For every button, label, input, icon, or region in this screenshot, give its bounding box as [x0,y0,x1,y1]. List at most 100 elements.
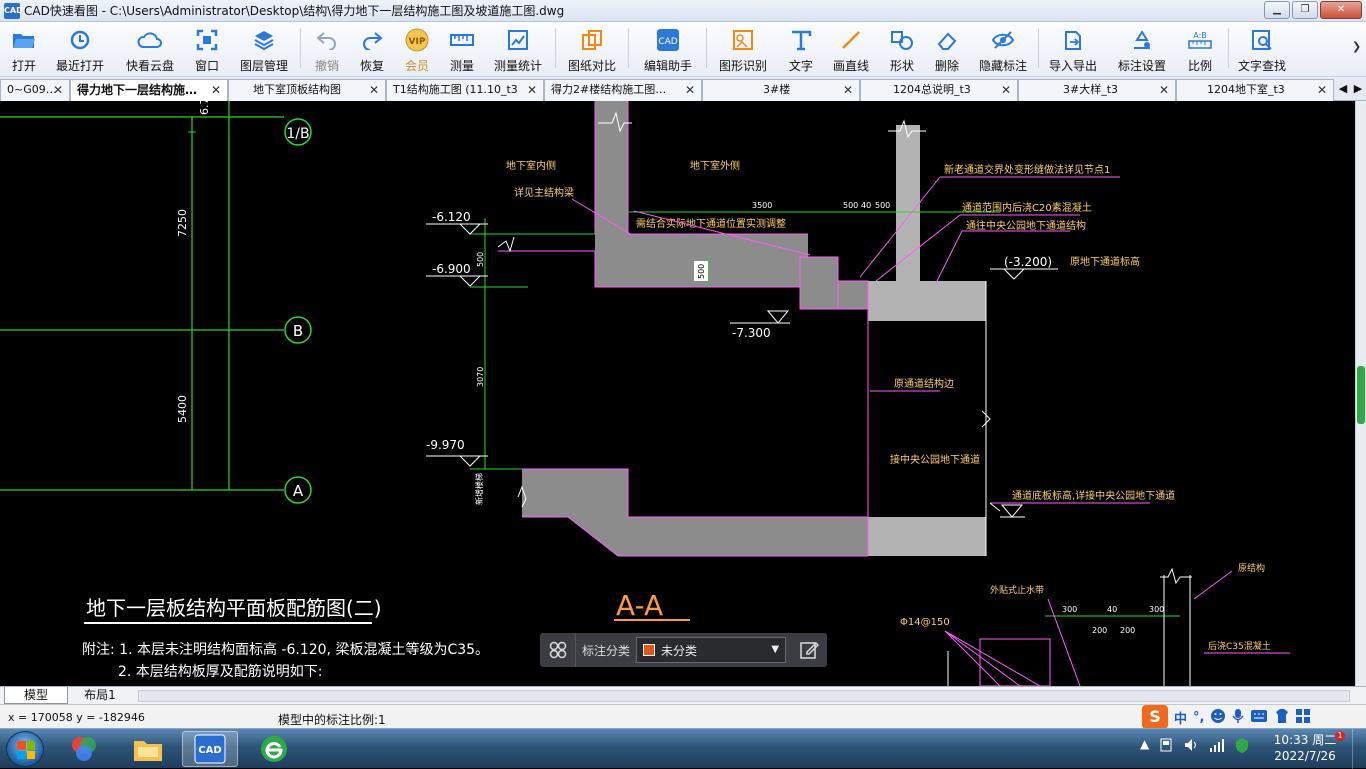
measure-stats-button[interactable]: 测量统计 [492,24,544,74]
show-desktop-button[interactable] [1352,729,1366,769]
signal-icon[interactable] [1209,737,1225,756]
scale-text: A:B [1193,31,1207,40]
import-export-button[interactable]: 导入导出 [1047,24,1099,74]
taskbar-browser[interactable] [246,731,302,767]
tab-model[interactable]: 模型 [4,687,68,704]
edit-note-icon[interactable] [792,633,826,667]
edit-assistant-button[interactable]: CAD 编辑助手 [642,24,694,74]
main-toolbar: 打开 最近打开 快看云盘 窗口 图层管理 撤销 恢复 VIP 会员 测量 测量统… [0,22,1366,77]
level-text: -9.970 [426,438,465,452]
level-text: -6.900 [432,262,471,276]
security-shield-icon[interactable] [1235,737,1249,756]
window-button[interactable]: 窗口 [192,24,222,74]
shapes-button[interactable]: 形状 [887,24,917,74]
close-tab-icon[interactable]: ✕ [527,80,537,100]
status-message: 模型中的标注比例:1 [278,713,386,727]
draw-line-button[interactable]: 画直线 [831,24,871,74]
toolbar-separator [706,28,707,68]
grid-menu-icon[interactable] [540,633,576,667]
start-button[interactable] [6,731,44,767]
taskbar-cad-app[interactable]: CAD [182,731,238,767]
close-tab-icon[interactable]: ✕ [843,80,853,100]
toolbar-more-icon[interactable]: ❯ [1352,40,1364,58]
vip-text: VIP [409,37,426,47]
cloud-disk-button[interactable]: 快看云盘 [124,24,176,74]
note-text: 原地下通道标高 [1070,255,1140,268]
tab-document[interactable]: 得力2#楼结构施工图… ✕ [544,79,702,101]
window-controls: ▁ ❐ ✕ [1264,1,1362,19]
tab-document[interactable]: 3#楼 ✕ [702,79,860,101]
ime-punct[interactable]: °, [1193,710,1204,725]
dimension-text: 3070 [476,367,485,387]
tab-document[interactable]: 0~G09… ✕ [0,79,70,101]
tab-document[interactable]: 地下室顶板结构图 ✕ [228,79,386,101]
undo-button[interactable]: 撤销 [312,24,342,74]
compare-icon [579,27,605,52]
restore-button[interactable]: ❐ [1292,1,1318,19]
scale-icon: A:B [1187,27,1213,52]
close-tab-icon[interactable]: ✕ [1317,80,1327,100]
system-clock[interactable]: 10:33 周二 2022/7/26 [1270,732,1340,764]
compare-button[interactable]: 图纸对比 [566,24,618,74]
dimension-text: 500 [875,201,890,210]
text-button[interactable]: 文字 [786,24,816,74]
vip-button[interactable]: VIP 会员 [402,24,432,74]
svg-text:CAD: CAD [658,37,677,47]
redo-button[interactable]: 恢复 [357,24,387,74]
tab-document[interactable]: T1结构施工图 (11.10_t3 ✕ [386,79,544,101]
horizontal-scrollbar[interactable] [138,690,1350,702]
vertical-scrollbar[interactable] [1355,101,1366,686]
recent-open-button[interactable]: 最近打开 [54,24,106,74]
ime-mode[interactable]: 中 [1174,708,1187,727]
toolbar-separator [1038,28,1039,68]
microphone-icon[interactable] [1232,708,1245,727]
tray-expand-icon[interactable]: ▲ [1140,737,1149,756]
skin-icon[interactable] [1274,708,1290,727]
minimize-button[interactable]: ▁ [1264,1,1290,19]
close-tab-icon[interactable]: ✕ [1001,80,1011,100]
close-tab-icon[interactable]: ✕ [211,80,221,100]
scale-button[interactable]: A:B 比例 [1185,24,1215,74]
drawing-canvas[interactable]: 1/B B A 6.70 7250 5400 -6.120 -6.900 -7.… [0,101,1355,686]
shape-recognize-button[interactable]: 图形识别 [717,24,769,74]
volume-icon[interactable] [1183,737,1199,756]
network-device-icon[interactable] [1159,737,1173,756]
annotation-settings-button[interactable]: 标注设置 [1116,24,1168,74]
close-tab-icon[interactable]: ✕ [369,80,379,100]
measure-stats-icon [505,27,531,52]
emoji-icon[interactable] [1210,708,1226,727]
detail-node: 外贴式止水带 原结构 后浇C35混凝土 Φ14@150 300 40 300 2… [900,562,1290,686]
close-tab-icon[interactable]: ✕ [1159,80,1169,100]
toolbar-separator [628,28,629,68]
tab-document-active[interactable]: 得力地下一层结构施… ✕ [70,79,228,101]
close-tab-icon[interactable]: ✕ [685,80,695,100]
measure-button[interactable]: 测量 [447,24,477,74]
tab-next-icon[interactable]: ▶ [1351,79,1365,99]
hide-annotation-button[interactable]: 隐藏标注 [977,24,1029,74]
colorful-app-icon [72,737,96,761]
note-text: 地下室内侧 [506,159,556,172]
text-search-button[interactable]: 文字查找 [1236,24,1288,74]
sogou-ime-icon[interactable]: S [1142,705,1168,729]
document-tabs: 0~G09… ✕ 得力地下一层结构施… ✕ 地下室顶板结构图 ✕ T1结构施工图… [0,77,1366,101]
tab-document[interactable]: 1204地下室_t3 ✕ [1176,79,1334,101]
tab-prev-icon[interactable]: ◀ [1336,79,1350,99]
cad-app-text: CAD [198,745,221,756]
taskbar-app-colorful[interactable] [56,731,112,767]
taskbar-file-explorer[interactable] [120,731,176,767]
delete-button[interactable]: 删除 [932,24,962,74]
annotation-category-select[interactable]: 未分类 ▼ [636,637,787,663]
tab-document[interactable]: 1204总说明_t3 ✕ [860,79,1018,101]
scroll-thumb[interactable] [1357,366,1365,424]
apps-grid-icon[interactable] [1296,708,1311,726]
close-button[interactable]: ✕ [1320,1,1362,19]
tab-document[interactable]: 3#大样_t3 ✕ [1018,79,1176,101]
keyboard-icon[interactable] [1250,709,1268,726]
close-tab-icon[interactable]: ✕ [53,80,63,100]
layer-manager-button[interactable]: 图层管理 [238,24,290,74]
annotation-category-label: 标注分类 [582,643,631,658]
toolbar-separator [1228,28,1229,68]
tab-layout1[interactable]: 布局1 [70,687,130,704]
redo-icon [359,27,385,52]
open-button[interactable]: 打开 [6,24,42,74]
